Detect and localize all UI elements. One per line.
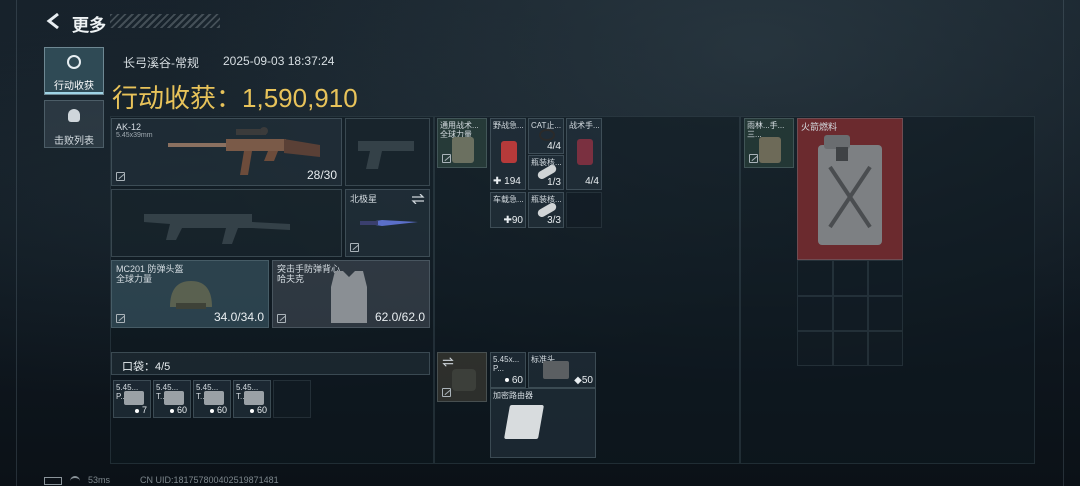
pocket-item[interactable]: 5.45... P... 7 — [113, 380, 151, 418]
vest-durability: 62.0/62.0 — [374, 310, 425, 324]
rig-item[interactable]: 瓶装核... 1/3 — [528, 155, 564, 190]
rig-item[interactable]: CAT止... 4/4 — [528, 118, 564, 154]
fuel-canister-icon — [818, 135, 882, 245]
knife-icon — [360, 220, 418, 226]
uid-text: CN UID:181757800402519871481 — [140, 475, 279, 485]
primary-weapon-slot[interactable]: AK-12 5.45x39mm 28/30 — [111, 118, 342, 186]
secondary-weapon-slot[interactable] — [111, 189, 342, 257]
helmet-durability: 34.0/34.0 — [213, 310, 264, 324]
lock-icon — [442, 154, 451, 163]
vest-sub: 哈夫克 — [277, 274, 305, 284]
pocket-header: 口袋：4/5 — [111, 352, 430, 375]
session-datetime: 2025-09-03 18:37:24 — [223, 54, 335, 68]
lock-icon — [116, 172, 125, 181]
ammo-box-icon — [204, 391, 224, 405]
helmet-sub: 全球力量 — [116, 274, 153, 284]
vest-slot[interactable]: 突击手防弹背心 哈夫克 62.0/62.0 — [272, 260, 430, 328]
pocket-empty-slot[interactable] — [273, 380, 311, 418]
swap-icon[interactable] — [442, 357, 454, 367]
lock-icon — [350, 243, 359, 252]
lock-icon — [116, 314, 125, 323]
melee-slot[interactable]: 北极星 — [345, 189, 430, 257]
pocket-item[interactable]: 5.45... T... 60 — [233, 380, 271, 418]
pocket-label: 口袋：4/5 — [122, 361, 171, 373]
swap-icon[interactable] — [411, 194, 425, 204]
safebox-item[interactable]: 雨林...手... 三... — [744, 118, 794, 168]
helmet-name: MC201 防弹头盔 — [116, 264, 184, 274]
medkit-icon — [501, 141, 517, 163]
rig-item[interactable]: 瓶装核... 3/3 — [528, 192, 564, 228]
rig-item[interactable]: 野战急... ✚ 194 — [490, 118, 526, 190]
battery-icon — [44, 477, 62, 485]
harvest-label: 行动收获： — [112, 83, 243, 113]
rig-icon — [452, 137, 474, 163]
router-icon — [504, 405, 544, 439]
vest-icon — [331, 271, 367, 323]
lock-icon — [277, 314, 286, 323]
harvest-total: 行动收获：1,590,910 — [112, 78, 358, 115]
harvest-value: 1,590,910 — [242, 83, 358, 113]
tab-harvest[interactable]: 行动收获 — [44, 47, 104, 95]
back-arrow-icon — [46, 12, 59, 30]
backpack-item[interactable]: 加密路由器 — [490, 388, 596, 458]
chest-rig-slot[interactable]: 通用战术... 全球力量 — [437, 118, 487, 168]
rig-empty-slot[interactable] — [566, 192, 602, 228]
ammo-pack-icon — [543, 361, 569, 379]
pocket-item[interactable]: 5.45... T... 60 — [153, 380, 191, 418]
pocket-item[interactable]: 5.45... T... 60 — [193, 380, 231, 418]
tab-kills[interactable]: 击败列表 — [44, 100, 104, 148]
primary-weapon-ammo-type: 5.45x39mm — [116, 132, 153, 139]
rocket-fuel-item[interactable]: 火箭燃料 — [797, 118, 903, 260]
back-label: 更多 — [72, 16, 106, 35]
melee-name: 北极星 — [350, 194, 378, 204]
backpack-item[interactable]: 标准头... ◆50 — [528, 352, 596, 388]
ammo-box-icon — [124, 391, 144, 405]
tourniquet-icon — [539, 129, 555, 141]
primary-weapon-ammo: 28/30 — [306, 168, 337, 182]
wifi-icon — [70, 476, 80, 486]
ammo-box-icon — [244, 391, 264, 405]
tab-harvest-label: 行动收获 — [54, 81, 94, 92]
tab-kills-label: 击败列表 — [54, 136, 94, 147]
pouch-icon — [759, 137, 781, 163]
back-button[interactable]: 更多 — [44, 10, 244, 35]
backpack-item[interactable]: 5.45x... P... 60 — [490, 352, 526, 388]
lock-icon — [749, 154, 758, 163]
ammo-box-icon — [164, 391, 184, 405]
pistol-slot[interactable] — [345, 118, 430, 186]
rig-item[interactable]: 战术手... 4/4 — [566, 118, 602, 190]
tactical-pouch-icon — [577, 139, 593, 165]
backpack-icon — [452, 369, 476, 391]
frame-line-right — [1063, 0, 1064, 486]
backpack-slot[interactable] — [437, 352, 487, 402]
header-stripes — [110, 14, 220, 28]
harvest-icon — [67, 55, 81, 69]
rig-item[interactable]: 车载急... ✚90 — [490, 192, 526, 228]
map-name: 长弓溪谷-常规 — [123, 56, 199, 70]
helmet-icon — [170, 281, 212, 309]
pistol-silhouette-icon — [358, 141, 414, 169]
ak12-rifle-icon — [168, 127, 320, 175]
rifle-silhouette-icon — [144, 214, 290, 244]
ping-text: 53ms — [88, 475, 111, 485]
frame-line-left — [16, 0, 17, 486]
skull-icon — [68, 109, 80, 122]
lock-icon — [442, 388, 451, 397]
helmet-slot[interactable]: MC201 防弹头盔 全球力量 34.0/34.0 — [111, 260, 269, 328]
